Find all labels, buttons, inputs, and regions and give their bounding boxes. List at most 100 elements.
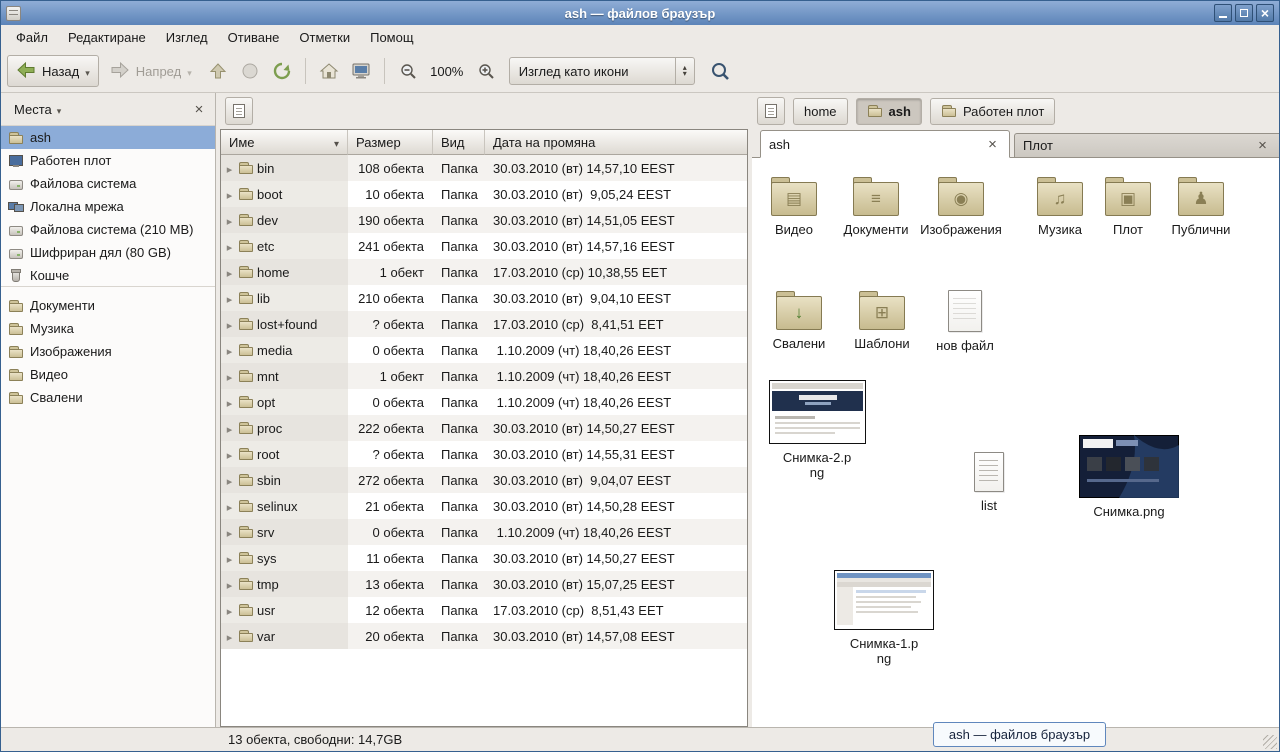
- table-row[interactable]: lost+found ? обекта Папка 17.03.2010 (ср…: [221, 311, 747, 337]
- table-row[interactable]: proc 222 обекта Папка 30.03.2010 (вт) 14…: [221, 415, 747, 441]
- zoom-out-button[interactable]: [393, 56, 423, 86]
- location-toggle-button[interactable]: [225, 97, 253, 125]
- expander-icon[interactable]: [224, 421, 235, 436]
- icon-item-public[interactable]: Публични: [1159, 174, 1243, 238]
- sidebar-item[interactable]: Свалени: [1, 386, 215, 409]
- maximize-button[interactable]: [1235, 4, 1253, 22]
- location-toggle-button[interactable]: [757, 97, 785, 125]
- column-header-size[interactable]: Размер: [348, 130, 433, 155]
- sidebar-pane-selector[interactable]: Места: [7, 99, 68, 120]
- expander-icon[interactable]: [224, 161, 235, 176]
- sidebar-item[interactable]: Файлова система (210 MB): [1, 218, 215, 241]
- resize-grip[interactable]: [1263, 735, 1277, 749]
- expander-icon[interactable]: [224, 317, 235, 332]
- search-button[interactable]: [705, 56, 735, 86]
- view-mode-select[interactable]: Изглед като икони: [509, 57, 695, 85]
- sidebar-close-button[interactable]: [189, 99, 209, 119]
- menu-view[interactable]: Изглед: [156, 27, 218, 48]
- table-row[interactable]: boot 10 обекта Папка 30.03.2010 (вт) 9,0…: [221, 181, 747, 207]
- table-row[interactable]: etc 241 обекта Папка 30.03.2010 (вт) 14,…: [221, 233, 747, 259]
- window-menu-icon[interactable]: [6, 6, 21, 21]
- icon-item-list[interactable]: list: [947, 450, 1031, 514]
- back-dropdown-icon[interactable]: [85, 64, 90, 79]
- sidebar-item[interactable]: Работен плот: [1, 149, 215, 172]
- expander-icon[interactable]: [224, 629, 235, 644]
- up-button[interactable]: [203, 56, 233, 86]
- menu-go[interactable]: Отиване: [218, 27, 290, 48]
- spinner-arrows-icon[interactable]: [675, 58, 694, 84]
- stop-button[interactable]: [235, 56, 265, 86]
- sidebar-item[interactable]: ash: [1, 126, 215, 149]
- sidebar-item[interactable]: Документи: [1, 294, 215, 317]
- sidebar-item[interactable]: Шифриран дял (80 GB): [1, 241, 215, 264]
- table-row[interactable]: bin 108 обекта Папка 30.03.2010 (вт) 14,…: [221, 155, 747, 181]
- column-header-modified[interactable]: Дата на промяна: [485, 130, 747, 155]
- icon-item-desktop[interactable]: Плот: [1086, 174, 1170, 238]
- menu-bookmarks[interactable]: Отметки: [289, 27, 360, 48]
- table-row[interactable]: tmp 13 обекта Папка 30.03.2010 (вт) 15,0…: [221, 571, 747, 597]
- expander-icon[interactable]: [224, 291, 235, 306]
- zoom-in-button[interactable]: [471, 56, 501, 86]
- table-row[interactable]: opt 0 обекта Папка 1.10.2009 (чт) 18,40,…: [221, 389, 747, 415]
- computer-button[interactable]: [346, 56, 376, 86]
- back-button[interactable]: Назад: [7, 55, 99, 87]
- sidebar-item[interactable]: Изображения: [1, 340, 215, 363]
- table-row[interactable]: mnt 1 обект Папка 1.10.2009 (чт) 18,40,2…: [221, 363, 747, 389]
- icon-item-snimka1[interactable]: Снимка-1.png: [829, 570, 939, 667]
- breadcrumb-desktop[interactable]: Работен плот: [930, 98, 1055, 125]
- tab-ash[interactable]: ash: [760, 130, 1010, 158]
- menu-help[interactable]: Помощ: [360, 27, 423, 48]
- table-row[interactable]: selinux 21 обекта Папка 30.03.2010 (вт) …: [221, 493, 747, 519]
- breadcrumb-ash[interactable]: ash: [856, 98, 922, 125]
- expander-icon[interactable]: [224, 499, 235, 514]
- expander-icon[interactable]: [224, 525, 235, 540]
- home-button[interactable]: [314, 56, 344, 86]
- column-header-type[interactable]: Вид: [433, 130, 485, 155]
- menu-file[interactable]: Файл: [6, 27, 58, 48]
- close-tab-icon[interactable]: [984, 136, 1001, 153]
- titlebar[interactable]: ash — файлов браузър: [1, 1, 1279, 25]
- expander-icon[interactable]: [224, 239, 235, 254]
- expander-icon[interactable]: [224, 551, 235, 566]
- reload-button[interactable]: [267, 56, 297, 86]
- icon-item-video[interactable]: Видео: [752, 174, 836, 238]
- expander-icon[interactable]: [224, 603, 235, 618]
- table-row[interactable]: root ? обекта Папка 30.03.2010 (вт) 14,5…: [221, 441, 747, 467]
- icon-item-documents[interactable]: Документи: [834, 174, 918, 238]
- tab-plot[interactable]: Плот: [1014, 133, 1279, 157]
- expander-icon[interactable]: [224, 343, 235, 358]
- minimize-button[interactable]: [1214, 4, 1232, 22]
- table-row[interactable]: lib 210 обекта Папка 30.03.2010 (вт) 9,0…: [221, 285, 747, 311]
- expander-icon[interactable]: [224, 369, 235, 384]
- expander-icon[interactable]: [224, 577, 235, 592]
- icon-item-downloads[interactable]: Свалени: [757, 288, 841, 352]
- expander-icon[interactable]: [224, 395, 235, 410]
- sidebar-item[interactable]: Локална мрежа: [1, 195, 215, 218]
- expander-icon[interactable]: [224, 447, 235, 462]
- table-row[interactable]: usr 12 обекта Папка 17.03.2010 (ср) 8,51…: [221, 597, 747, 623]
- table-row[interactable]: sys 11 обекта Папка 30.03.2010 (вт) 14,5…: [221, 545, 747, 571]
- icon-item-new-file[interactable]: нов файл: [923, 288, 1007, 354]
- close-tab-icon[interactable]: [1254, 137, 1271, 154]
- icon-item-templates[interactable]: Шаблони: [840, 288, 924, 352]
- sidebar-item[interactable]: Файлова система: [1, 172, 215, 195]
- expander-icon[interactable]: [224, 265, 235, 280]
- icon-item-snimka[interactable]: Снимка.png: [1074, 435, 1184, 520]
- sidebar-item[interactable]: Видео: [1, 363, 215, 386]
- sidebar-item[interactable]: Кошче: [1, 264, 215, 287]
- expander-icon[interactable]: [224, 473, 235, 488]
- table-row[interactable]: srv 0 обекта Папка 1.10.2009 (чт) 18,40,…: [221, 519, 747, 545]
- table-row[interactable]: dev 190 обекта Папка 30.03.2010 (вт) 14,…: [221, 207, 747, 233]
- menu-edit[interactable]: Редактиране: [58, 27, 156, 48]
- expander-icon[interactable]: [224, 213, 235, 228]
- expander-icon[interactable]: [224, 187, 235, 202]
- sidebar-item[interactable]: Музика: [1, 317, 215, 340]
- table-row[interactable]: sbin 272 обекта Папка 30.03.2010 (вт) 9,…: [221, 467, 747, 493]
- close-button[interactable]: [1256, 4, 1274, 22]
- table-row[interactable]: var 20 обекта Папка 30.03.2010 (вт) 14,5…: [221, 623, 747, 649]
- table-row[interactable]: media 0 обекта Папка 1.10.2009 (чт) 18,4…: [221, 337, 747, 363]
- forward-button[interactable]: Напред: [101, 55, 201, 87]
- breadcrumb-home[interactable]: home: [793, 98, 848, 125]
- table-row[interactable]: home 1 обект Папка 17.03.2010 (ср) 10,38…: [221, 259, 747, 285]
- icon-item-images[interactable]: Изображения: [919, 174, 1003, 238]
